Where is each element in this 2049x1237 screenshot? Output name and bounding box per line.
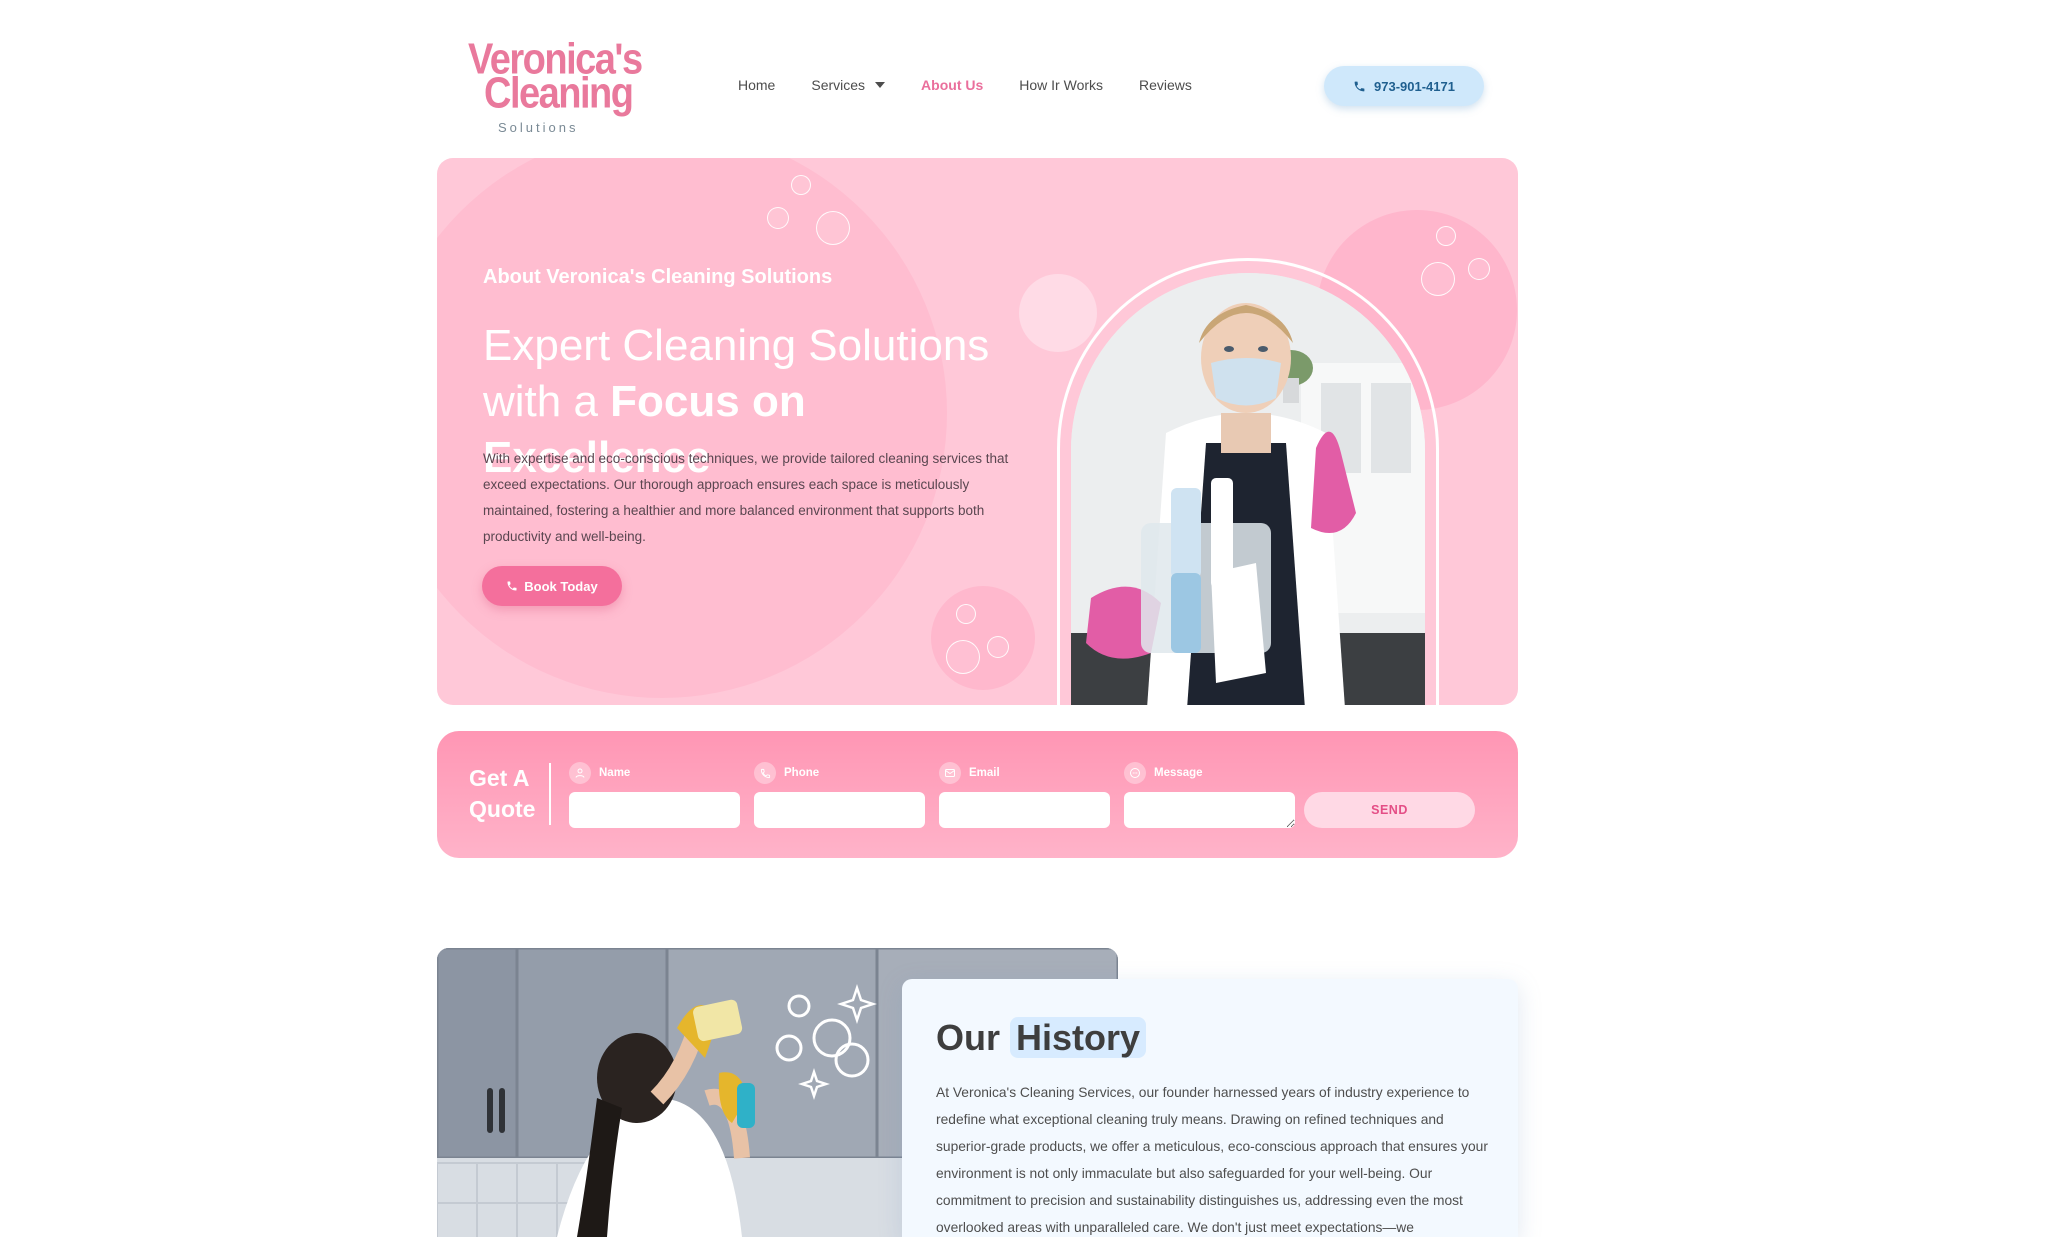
bubble-icon: [946, 640, 980, 674]
phone-input[interactable]: [754, 792, 925, 828]
message-field-label: Message: [1124, 762, 1295, 784]
name-label-text: Name: [599, 767, 631, 779]
bubble-icon: [767, 207, 789, 229]
nav-reviews[interactable]: Reviews: [1139, 77, 1192, 93]
message-field: Message: [1124, 762, 1295, 832]
hero-title-line2-prefix: with a: [483, 377, 611, 426]
nav-about-us[interactable]: About Us: [921, 77, 983, 93]
phone-icon: [1354, 81, 1365, 91]
bubble-icon: [987, 636, 1009, 658]
chat-icon: [1124, 762, 1146, 784]
email-field-label: Email: [939, 762, 1110, 784]
nav-services-label: Services: [811, 77, 866, 93]
bubble-icon: [1436, 226, 1456, 246]
email-field: Email: [939, 762, 1110, 828]
phone-icon: [754, 762, 776, 784]
site-header: Veronica's Cleaning Solutions Home Servi…: [0, 0, 2049, 150]
phone-field-label: Phone: [754, 762, 925, 784]
decorative-circle: [931, 586, 1035, 690]
brand-logo[interactable]: Veronica's Cleaning Solutions: [468, 38, 643, 135]
history-title-highlight: History: [1010, 1017, 1147, 1058]
hero-description: With expertise and eco-conscious techniq…: [483, 451, 1009, 544]
bubble-icon: [956, 604, 976, 624]
hero-title-line1: Expert Cleaning Solutions: [483, 321, 990, 370]
history-title: Our History: [936, 1017, 1147, 1059]
book-today-button[interactable]: Book Today: [482, 566, 622, 606]
cleaner-woman-illustration: [1071, 273, 1425, 705]
main-nav: Home Services About Us How Ir Works Revi…: [738, 77, 1228, 93]
nav-how-it-works[interactable]: How Ir Works: [1019, 77, 1103, 93]
phone-number: 973-901-4171: [1374, 78, 1455, 94]
bubble-icon: [791, 175, 811, 195]
quote-title: Get A Quote: [469, 763, 535, 825]
quote-form: Get A Quote Name Phone Email Message SEN…: [437, 731, 1518, 858]
book-today-label: Book Today: [524, 578, 598, 594]
history-title-plain: Our: [936, 1017, 1001, 1058]
email-label-text: Email: [969, 767, 1000, 779]
nav-how-label: How Ir Works: [1019, 77, 1104, 93]
user-icon: [569, 762, 591, 784]
nav-services[interactable]: Services: [811, 77, 886, 93]
phone-label-text: Phone: [784, 767, 820, 779]
name-field: Name: [569, 762, 740, 828]
history-card: Our History At Veronica's Cleaning Servi…: [902, 979, 1518, 1237]
message-input[interactable]: [1124, 792, 1295, 828]
chevron-down-icon: [875, 82, 886, 88]
email-input[interactable]: [939, 792, 1110, 828]
history-description: At Veronica's Cleaning Services, our fou…: [936, 1085, 1488, 1235]
quote-divider: [549, 763, 551, 825]
nav-home[interactable]: Home: [738, 77, 775, 93]
quote-title-line1: Get A: [469, 765, 530, 791]
mail-icon: [939, 762, 961, 784]
nav-reviews-label: Reviews: [1139, 77, 1192, 93]
logo-text-line2: Cleaning: [484, 69, 634, 118]
hero-section: About Veronica's Cleaning Solutions Expe…: [437, 158, 1518, 705]
name-field-label: Name: [569, 762, 740, 784]
bubble-icon: [1468, 258, 1490, 280]
quote-title-line2: Quote: [469, 796, 536, 822]
phone-icon: [507, 581, 517, 591]
phone-field: Phone: [754, 762, 925, 828]
send-button[interactable]: SEND: [1304, 792, 1475, 828]
nav-home-label: Home: [738, 77, 776, 93]
hero-kicker: About Veronica's Cleaning Solutions: [483, 266, 833, 288]
hero-photo: [1071, 273, 1425, 705]
message-label-text: Message: [1154, 767, 1203, 779]
bubble-icon: [816, 211, 850, 245]
logo-subtitle: Solutions: [498, 120, 579, 135]
phone-button[interactable]: 973-901-4171: [1324, 66, 1484, 106]
name-input[interactable]: [569, 792, 740, 828]
nav-about-label: About Us: [921, 77, 984, 93]
bubble-icon: [1421, 262, 1455, 296]
